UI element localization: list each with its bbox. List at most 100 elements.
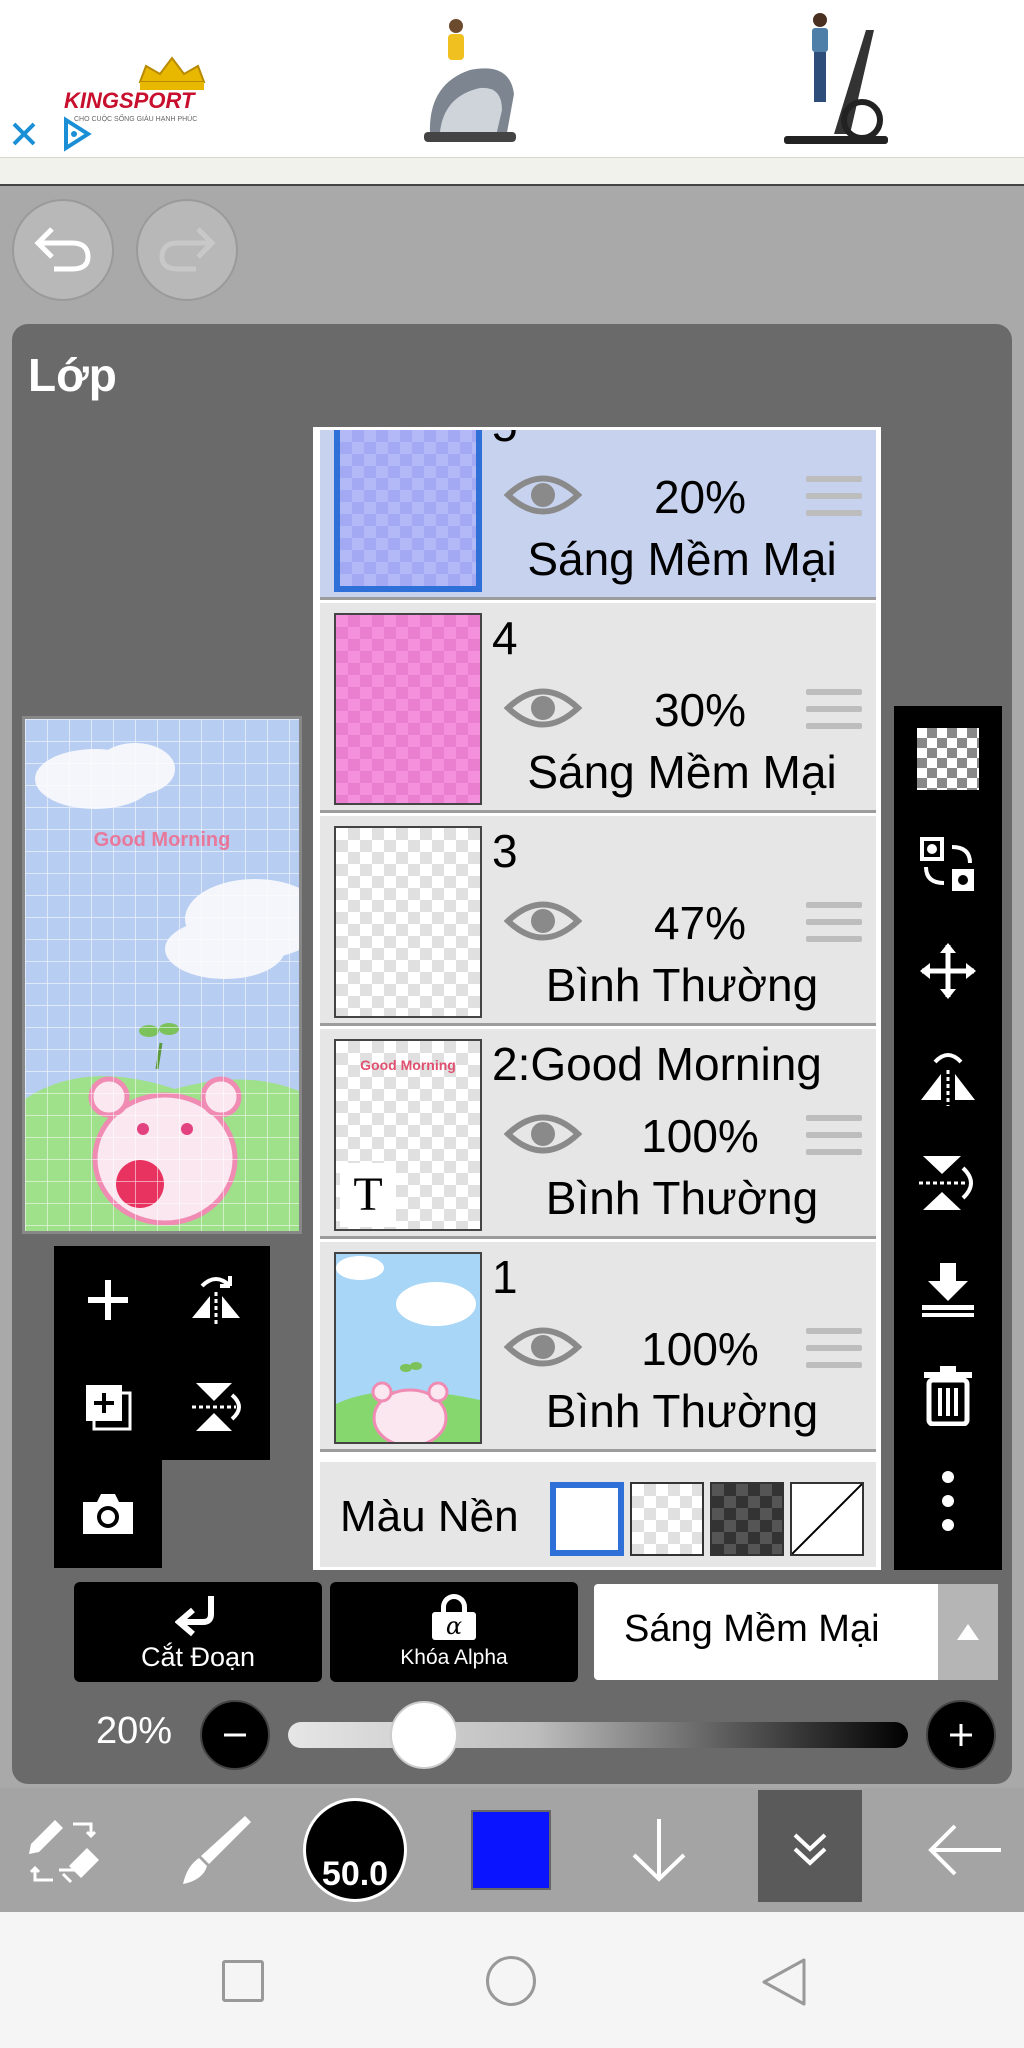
delete-layer-button[interactable] (894, 1342, 1002, 1448)
layer-visibility-toggle[interactable] (503, 896, 583, 951)
layer-opacity: 100% (641, 1323, 759, 1375)
opacity-slider-track[interactable] (288, 1722, 908, 1748)
layer-opacity: 100% (641, 1110, 759, 1162)
more-vertical-icon (942, 1471, 954, 1531)
plus-icon (88, 1279, 128, 1320)
redo-button[interactable] (136, 199, 238, 301)
opacity-decrease-button[interactable] (200, 1700, 270, 1770)
trash-icon (924, 1366, 972, 1426)
close-icon[interactable] (8, 118, 40, 150)
text-layer-badge: T (340, 1163, 396, 1227)
eye-icon (503, 475, 583, 515)
layer-opacity: 47% (653, 897, 747, 949)
arrow-left-icon (928, 1824, 1001, 1876)
camera-button[interactable] (54, 1460, 162, 1567)
swap-layer-button[interactable] (894, 812, 1002, 918)
layer-thumbnail (334, 826, 482, 1018)
layer-row[interactable]: 4 30% Sáng Mềm Mại (320, 603, 876, 813)
flip-vertical-button[interactable] (894, 1130, 1002, 1236)
move-button[interactable] (894, 918, 1002, 1024)
brush-size-button[interactable]: 50.0 (300, 1788, 410, 1912)
opacity-slider-thumb[interactable] (390, 1701, 458, 1769)
alpha-lock-button[interactable]: α Khóa Alpha (330, 1582, 578, 1682)
add-layer-button[interactable] (54, 1246, 162, 1353)
layer-list[interactable]: 5 20% Sáng Mềm Mại 4 30% Sáng Mềm Mại 3 … (313, 427, 881, 1570)
brush-tool-button[interactable] (160, 1788, 270, 1912)
layer-blend-mode: Bình Thường (545, 1172, 819, 1224)
layer-visibility-toggle[interactable] (503, 1322, 583, 1377)
home-icon[interactable] (486, 1956, 536, 2006)
layer-name: 5 (492, 430, 518, 452)
current-color-swatch (471, 1810, 551, 1890)
adchoices-icon[interactable] (58, 116, 94, 152)
collapse-panel-button[interactable] (758, 1790, 862, 1902)
background-white-swatch[interactable] (550, 1482, 624, 1556)
layer-thumbnail (334, 1252, 482, 1444)
layer-thumbnail (334, 430, 482, 592)
pen-eraser-switch-icon (29, 1820, 99, 1884)
layer-visibility-toggle[interactable] (503, 683, 583, 738)
ad-tagline: CHO CUỘC SỐNG GIÀU HẠNH PHÚC (74, 116, 198, 123)
arrow-down-icon (632, 1819, 686, 1882)
blend-mode-select[interactable]: Sáng Mềm Mại (594, 1584, 998, 1680)
drag-handle-icon[interactable] (806, 689, 862, 740)
layer-visibility-toggle[interactable] (503, 470, 583, 525)
opacity-increase-button[interactable] (926, 1700, 996, 1770)
layer-visibility-toggle[interactable] (503, 1109, 583, 1164)
layer-name: 2:Good Morning (492, 1038, 822, 1090)
layer-row[interactable]: 1 100% Bình Thường (320, 1242, 876, 1452)
tool-switch-button[interactable] (10, 1788, 120, 1912)
canvas-preview[interactable]: Good Morning (22, 716, 302, 1234)
undo-button[interactable] (12, 199, 114, 301)
back-button[interactable] (910, 1788, 1020, 1912)
double-chevron-down-icon (793, 1833, 827, 1866)
massage-chair-image (410, 14, 530, 150)
opacity-value: 20% (96, 1710, 173, 1752)
eye-icon (503, 688, 583, 728)
move-layer-down-button[interactable] (604, 1788, 714, 1912)
merge-down-button[interactable] (894, 1236, 1002, 1342)
transparency-button[interactable] (894, 706, 1002, 812)
background-color-row: Màu Nền (320, 1462, 876, 1567)
drag-handle-icon[interactable] (806, 1328, 862, 1379)
kingsport-logo: KINGSPORT CHO CUỘC SỐNG GIÀU HẠNH PHÚC (60, 30, 240, 130)
move-icon (920, 943, 976, 999)
swap-icon (920, 837, 974, 891)
layer-blend-mode: Bình Thường (545, 1385, 819, 1437)
triangle-up-icon (957, 1624, 979, 1640)
flip-horizontal-button[interactable] (162, 1246, 270, 1353)
ad-banner[interactable]: KINGSPORT CHO CUỘC SỐNG GIÀU HẠNH PHÚC (0, 0, 1024, 160)
recent-apps-icon[interactable] (222, 1960, 264, 2002)
layer-blend-mode: Sáng Mềm Mại (527, 746, 837, 798)
background-none-swatch[interactable] (790, 1482, 864, 1556)
background-label: Màu Nền (340, 1492, 519, 1541)
flip-horizontal-button[interactable] (894, 1024, 1002, 1130)
alpha-glyph: α (432, 1612, 476, 1640)
eye-icon (503, 901, 583, 941)
drag-handle-icon[interactable] (806, 1115, 862, 1166)
back-nav-icon[interactable] (760, 1956, 808, 2013)
checkerboard-icon (917, 728, 979, 790)
drag-handle-icon[interactable] (806, 476, 862, 527)
panel-title: Lớp (28, 349, 117, 401)
layer-thumbnail: Good Morning T (334, 1039, 482, 1231)
color-picker-button[interactable] (456, 1788, 566, 1912)
layer-row[interactable]: Good Morning T 2:Good Morning 100% Bình … (320, 1029, 876, 1239)
layer-thumbnail (334, 613, 482, 805)
layer-row[interactable]: 5 20% Sáng Mềm Mại (320, 430, 876, 600)
clipping-button[interactable]: Cắt Đoạn (74, 1582, 322, 1682)
preview-caption: Good Morning (93, 829, 231, 851)
background-transparent-swatch[interactable] (630, 1482, 704, 1556)
drag-handle-icon[interactable] (806, 902, 862, 953)
duplicate-layer-button[interactable] (54, 1353, 162, 1460)
layer-row[interactable]: 3 47% Bình Thường (320, 816, 876, 1026)
undo-icon (32, 223, 94, 278)
brush-icon (183, 1816, 251, 1884)
more-options-button[interactable] (894, 1448, 1002, 1554)
flip-vertical-button[interactable] (162, 1353, 270, 1460)
eye-icon (503, 1114, 583, 1154)
ad-brand: KINGSPORT (64, 88, 195, 113)
blend-mode-dropdown-button[interactable] (938, 1584, 998, 1680)
background-dark-swatch[interactable] (710, 1482, 784, 1556)
layer-blend-mode: Bình Thường (545, 959, 819, 1011)
